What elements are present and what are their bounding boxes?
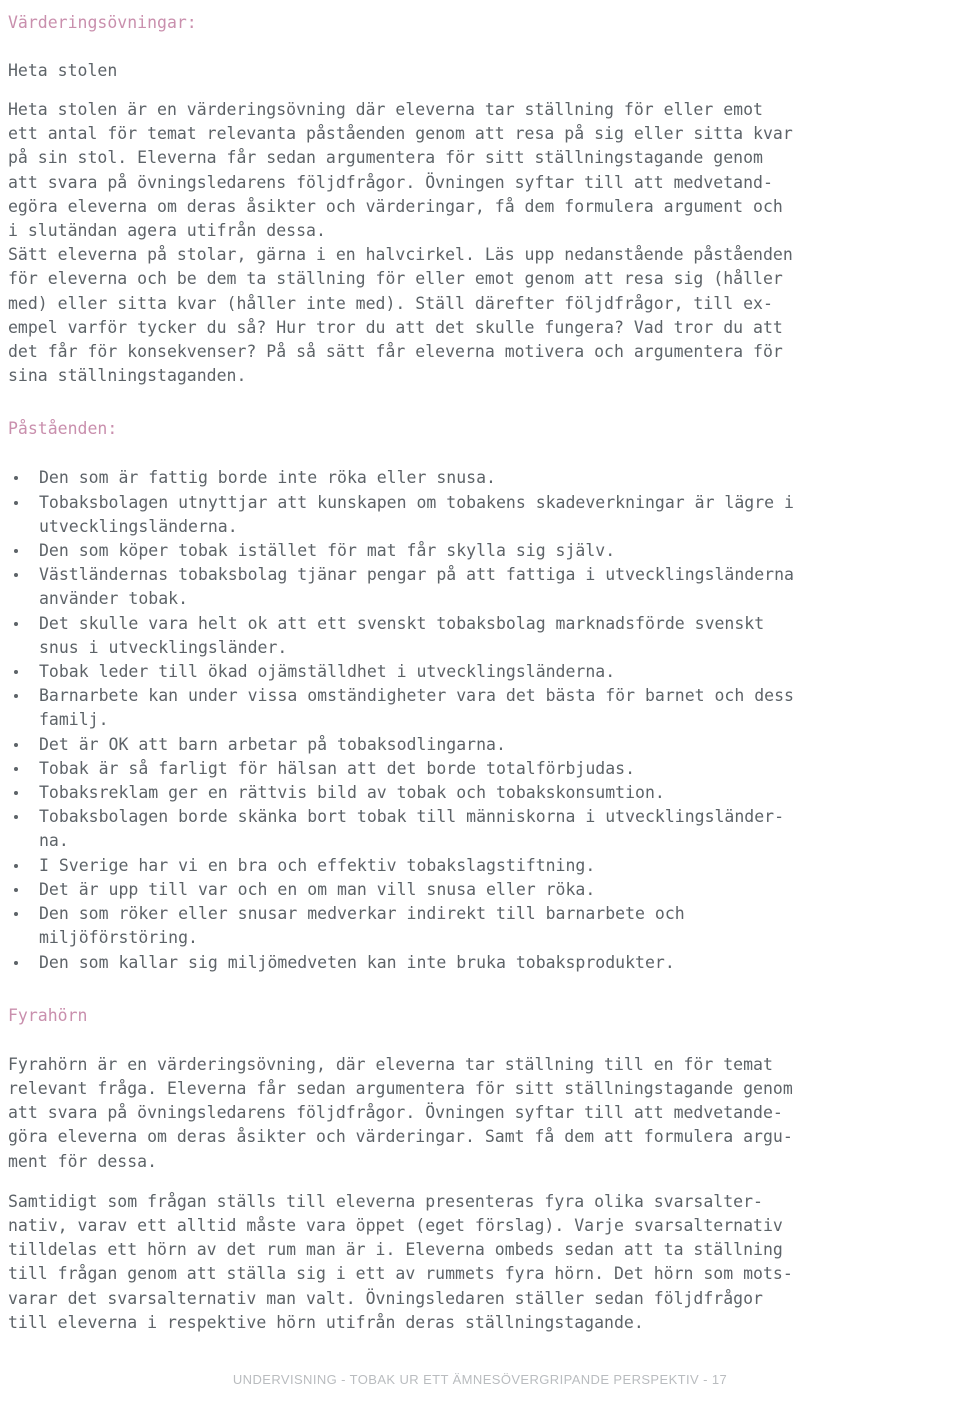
- section-subtitle-heta-stolen: Heta stolen: [8, 61, 118, 80]
- bullet-dot-icon: [14, 573, 18, 578]
- list-item: I Sverige har vi en bra och effektiv tob…: [8, 854, 946, 878]
- page-footer: UNDERVISNING - TOBAK UR ETT ÄMNESÖVERGRI…: [232, 1372, 728, 1387]
- list-item: Tobaksbolagen utnyttjar att kunskapen om…: [8, 491, 946, 539]
- list-item-label: Det skulle vara helt ok att ett svenskt …: [39, 613, 765, 657]
- list-item: Den som kallar sig miljömedveten kan int…: [8, 951, 946, 975]
- bullet-dot-icon: [14, 670, 18, 675]
- list-item: Det är upp till var och en om man vill s…: [8, 878, 946, 902]
- list-item: Den som är fattig borde inte röka eller …: [8, 466, 946, 490]
- bullet-dot-icon: [14, 476, 18, 481]
- list-item-label: Barnarbete kan under vissa omständighete…: [39, 686, 794, 730]
- bullet-dot-icon: [14, 863, 18, 868]
- list-heading-pastaenden: Påståenden:: [8, 419, 118, 439]
- bullet-dot-icon: [14, 694, 18, 699]
- list-item-label: I Sverige har vi en bra och effektiv tob…: [39, 855, 596, 875]
- bullet-dot-icon: [14, 766, 18, 771]
- paragraph-fyrahorn-2: Samtidigt som frågan ställs till elevern…: [8, 1191, 793, 1332]
- bullet-dot-icon: [14, 912, 18, 917]
- list-item-label: Det är upp till var och en om man vill s…: [39, 879, 596, 899]
- list-item-label: Den som är fattig borde inte röka eller …: [39, 468, 496, 488]
- bullet-dot-icon: [14, 549, 18, 554]
- list-item: Tobaksbolagen borde skänka bort tobak ti…: [8, 805, 946, 853]
- paragraph-fyrahorn-1: Fyrahörn är en värderingsövning, där ele…: [8, 1054, 793, 1171]
- list-item-label: Det är OK att barn arbetar på tobaksodli…: [39, 734, 506, 754]
- section-heading-fyrahorn: Fyrahörn: [8, 1005, 88, 1025]
- list-item-label: Tobak är så farligt för hälsan att det b…: [39, 758, 636, 778]
- list-item: Den som röker eller snusar medverkar ind…: [8, 902, 946, 950]
- document-page: Värderingsövningar: Heta stolen Heta sto…: [0, 0, 960, 1413]
- statement-list: Den som är fattig borde inte röka eller …: [8, 466, 946, 974]
- list-item: Det skulle vara helt ok att ett svenskt …: [8, 612, 946, 660]
- bullet-dot-icon: [14, 960, 18, 965]
- list-item-label: Den som kallar sig miljömedveten kan int…: [39, 952, 675, 972]
- list-item: Västländernas tobaksbolag tjänar pengar …: [8, 563, 946, 611]
- list-item-label: Tobaksreklam ger en rättvis bild av toba…: [39, 783, 665, 803]
- bullet-dot-icon: [14, 815, 18, 820]
- list-item-label: Västländernas tobaksbolag tjänar pengar …: [39, 565, 794, 609]
- bullet-dot-icon: [14, 887, 18, 892]
- list-item: Barnarbete kan under vissa omständighete…: [8, 684, 946, 732]
- bullet-dot-icon: [14, 621, 18, 626]
- page-title: Värderingsövningar:: [8, 13, 197, 32]
- list-item: Den som köper tobak istället för mat får…: [8, 539, 946, 563]
- list-item: Det är OK att barn arbetar på tobaksodli…: [8, 733, 946, 757]
- list-item-label: Tobaksbolagen utnyttjar att kunskapen om…: [39, 492, 794, 536]
- bullet-dot-icon: [14, 742, 18, 747]
- list-item-label: Tobaksbolagen borde skänka bort tobak ti…: [39, 807, 785, 851]
- list-item: Tobaksreklam ger en rättvis bild av toba…: [8, 781, 946, 805]
- list-item-label: Den som köper tobak istället för mat får…: [39, 541, 616, 561]
- bullet-dot-icon: [14, 500, 18, 505]
- bullet-dot-icon: [14, 791, 18, 796]
- paragraph-heta-stolen-1: Heta stolen är en värderingsövning där e…: [8, 100, 793, 241]
- list-item-label: Den som röker eller snusar medverkar ind…: [39, 904, 685, 948]
- paragraph-heta-stolen-2: Sätt eleverna på stolar, gärna i en halv…: [8, 245, 793, 386]
- list-item: Tobak leder till ökad ojämställdhet i ut…: [8, 660, 946, 684]
- list-item-label: Tobak leder till ökad ojämställdhet i ut…: [39, 662, 616, 682]
- list-item: Tobak är så farligt för hälsan att det b…: [8, 757, 946, 781]
